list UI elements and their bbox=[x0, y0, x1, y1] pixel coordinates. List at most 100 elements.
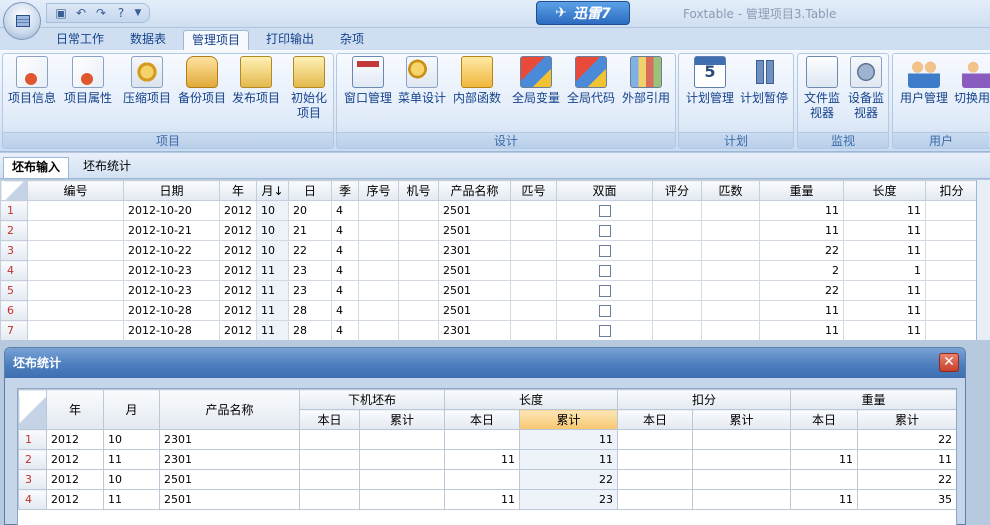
cell-season[interactable]: 4 bbox=[331, 200, 359, 221]
cell-product[interactable]: 2501 bbox=[438, 280, 511, 301]
cell-deduction-total[interactable] bbox=[692, 489, 792, 510]
global-code-button[interactable]: 全局代码 bbox=[564, 56, 618, 106]
cell-deduction-day[interactable] bbox=[617, 449, 694, 470]
cell-score[interactable] bbox=[652, 280, 702, 301]
cell-id[interactable] bbox=[27, 220, 124, 241]
cell-serial[interactable] bbox=[358, 260, 399, 281]
cell-offloom-total[interactable] bbox=[358, 429, 446, 450]
cell-id[interactable] bbox=[27, 320, 124, 340]
cell-date[interactable]: 2012-10-28 bbox=[123, 300, 220, 321]
stats-col-deduction-day[interactable]: 本日 bbox=[617, 409, 694, 430]
cell-year[interactable]: 2012 bbox=[46, 429, 104, 450]
cell-product[interactable]: 2301 bbox=[438, 320, 511, 340]
cell-bolt-count[interactable] bbox=[701, 260, 760, 281]
cell-offloom-day[interactable] bbox=[299, 449, 360, 470]
cell-month[interactable]: 10 bbox=[256, 220, 289, 241]
internal-functions-button[interactable]: 内部函数 bbox=[450, 56, 504, 106]
cell-serial[interactable] bbox=[358, 300, 399, 321]
schedule-pause-button[interactable]: 计划暂停 bbox=[737, 56, 791, 106]
cell-month[interactable]: 10 bbox=[103, 429, 160, 450]
stats-col-year[interactable]: 年 bbox=[46, 389, 104, 430]
cell-year[interactable]: 2012 bbox=[46, 449, 104, 470]
row-header[interactable]: 2 bbox=[0, 220, 28, 241]
cell-double-sided[interactable] bbox=[556, 320, 653, 340]
checkbox[interactable] bbox=[598, 305, 611, 317]
cell-product[interactable]: 2301 bbox=[159, 429, 300, 450]
checkbox[interactable] bbox=[598, 245, 611, 257]
stats-col-offloom-day[interactable]: 本日 bbox=[299, 409, 360, 430]
cell-day[interactable]: 28 bbox=[288, 320, 332, 340]
cell-season[interactable]: 4 bbox=[331, 320, 359, 340]
cell-bolt-count[interactable] bbox=[701, 280, 760, 301]
vertical-scrollbar[interactable] bbox=[977, 180, 990, 340]
cell-bolt-count[interactable] bbox=[701, 240, 760, 261]
cell-season[interactable]: 4 bbox=[331, 280, 359, 301]
project-info-button[interactable]: 项目信息 bbox=[7, 56, 57, 106]
checkbox[interactable] bbox=[598, 265, 611, 277]
cell-weight-total[interactable]: 11 bbox=[857, 449, 956, 470]
table-row[interactable]: 3 2012 10 2501 22 22 bbox=[18, 469, 956, 490]
tab-print-output[interactable]: 打印输出 bbox=[258, 30, 322, 50]
cell-double-sided[interactable] bbox=[556, 200, 653, 221]
cell-weight[interactable]: 11 bbox=[759, 320, 844, 340]
cell-product[interactable]: 2501 bbox=[438, 300, 511, 321]
cell-serial[interactable] bbox=[358, 220, 399, 241]
user-manager-button[interactable]: 用户管理 bbox=[897, 56, 951, 106]
cell-date[interactable]: 2012-10-22 bbox=[123, 240, 220, 261]
cell-date[interactable]: 2012-10-21 bbox=[123, 220, 220, 241]
col-header-date[interactable]: 日期 bbox=[123, 180, 220, 201]
cell-weight-total[interactable]: 22 bbox=[857, 469, 956, 490]
stats-col-offloom-total[interactable]: 累计 bbox=[358, 409, 446, 430]
cell-length-day[interactable] bbox=[444, 469, 521, 490]
row-header[interactable]: 5 bbox=[0, 280, 28, 301]
cell-weight-total[interactable]: 35 bbox=[857, 489, 956, 510]
cell-double-sided[interactable] bbox=[556, 280, 653, 301]
table-row[interactable]: 7 2012-10-28 2012 11 28 4 2301 11 11 bbox=[0, 320, 976, 340]
col-header-machine[interactable]: 机号 bbox=[398, 180, 439, 201]
cell-deduction-total[interactable] bbox=[692, 429, 792, 450]
cell-double-sided[interactable] bbox=[556, 240, 653, 261]
switch-user-button[interactable]: 切换用户 bbox=[951, 56, 990, 106]
main-data-grid[interactable]: 编号 日期 年 月↓ 日 季 序号 机号 产品名称 匹号 双面 评分 匹数 重量… bbox=[0, 180, 977, 340]
cell-double-sided[interactable] bbox=[556, 260, 653, 281]
stats-col-product[interactable]: 产品名称 bbox=[159, 389, 300, 430]
cell-length-day[interactable] bbox=[444, 429, 521, 450]
cell-score[interactable] bbox=[652, 320, 702, 340]
cell-product[interactable]: 2501 bbox=[438, 220, 511, 241]
cell-product[interactable]: 2301 bbox=[159, 449, 300, 470]
col-header-product[interactable]: 产品名称 bbox=[438, 180, 511, 201]
stats-col-length-day[interactable]: 本日 bbox=[444, 409, 521, 430]
row-header[interactable]: 1 bbox=[0, 200, 28, 221]
col-header-month[interactable]: 月↓ bbox=[256, 180, 289, 201]
cell-serial[interactable] bbox=[358, 320, 399, 340]
cell-length-total[interactable]: 22 bbox=[519, 469, 619, 490]
cell-weight[interactable]: 22 bbox=[759, 280, 844, 301]
cell-month[interactable]: 11 bbox=[103, 489, 160, 510]
row-header[interactable]: 3 bbox=[18, 469, 47, 490]
row-header[interactable]: 1 bbox=[18, 429, 47, 450]
initialize-project-button[interactable]: 初始化项目 bbox=[287, 56, 331, 121]
col-header-bolt[interactable]: 匹号 bbox=[510, 180, 557, 201]
app-menu-button[interactable] bbox=[3, 2, 41, 40]
external-references-button[interactable]: 外部引用 bbox=[619, 56, 673, 106]
cell-id[interactable] bbox=[27, 240, 124, 261]
cell-offloom-total[interactable] bbox=[358, 489, 446, 510]
cell-machine[interactable] bbox=[398, 320, 439, 340]
tab-manage-project[interactable]: 管理项目 bbox=[183, 30, 250, 50]
cell-machine[interactable] bbox=[398, 260, 439, 281]
cell-bolt-count[interactable] bbox=[701, 320, 760, 340]
stats-group-offloom[interactable]: 下机坯布 bbox=[298, 389, 446, 410]
cell-product[interactable]: 2501 bbox=[438, 260, 511, 281]
help-icon[interactable]: ? bbox=[113, 5, 129, 21]
cell-length-day[interactable]: 11 bbox=[444, 449, 521, 470]
cell-season[interactable]: 4 bbox=[331, 240, 359, 261]
cell-id[interactable] bbox=[27, 260, 124, 281]
row-header[interactable]: 4 bbox=[0, 260, 28, 281]
row-header[interactable]: 4 bbox=[18, 489, 47, 510]
publish-project-button[interactable]: 发布项目 bbox=[230, 56, 282, 106]
cell-score[interactable] bbox=[652, 300, 702, 321]
cell-deduction[interactable] bbox=[925, 280, 976, 301]
cell-year[interactable]: 2012 bbox=[219, 320, 257, 340]
cell-id[interactable] bbox=[27, 280, 124, 301]
cell-year[interactable]: 2012 bbox=[46, 469, 104, 490]
